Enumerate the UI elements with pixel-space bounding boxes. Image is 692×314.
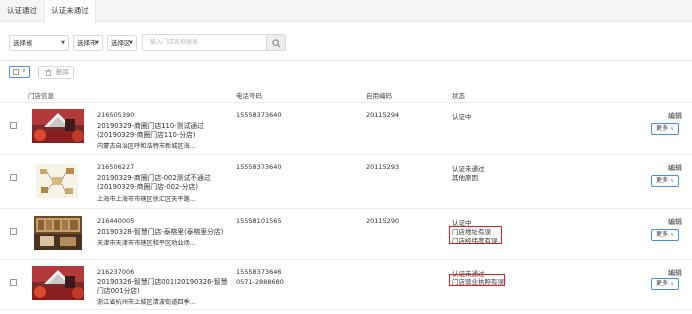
chevron-down-icon: ∨ [670,178,674,184]
store-code: 20115293 [366,163,400,171]
table-header: 门店信息 电话号码 自用编码 状态 [0,86,692,103]
store-address: 天津市天津市市辖区和平区劝业场... [97,240,196,247]
table-row: 216440005 20190328-智慧门店-泰榕里(泰榕里分店) 天津市天津… [0,209,692,260]
store-name: 20190329-商圈门店-002测试不通过(20190329-商圈门店-002… [97,174,211,191]
row-checkbox[interactable] [10,279,17,286]
checkbox-icon [13,69,19,75]
more-label: 更多 [656,125,669,132]
search-input[interactable]: 输入门店名称搜索 [142,34,267,51]
caret-down-icon: ▼ [129,40,133,46]
edit-link[interactable]: 编辑 [668,268,682,278]
store-phone-secondary: 0571-2888680 [236,278,284,286]
more-dropdown[interactable]: 更多 ∨ [651,278,679,290]
store-phone: 15558101565 [236,217,282,225]
store-name: 20190326-智慧门店001(20190326-智慧门店001分店) [97,278,228,295]
status-text: 认证中 [452,113,472,121]
store-phone: 15558373640 [236,111,282,119]
search-icon [272,39,281,48]
store-phone: 15558373646 [236,268,282,276]
city-select[interactable]: 选择市 ▼ [73,35,103,51]
store-thumbnail [32,266,84,300]
edit-link[interactable]: 编辑 [668,111,682,121]
store-id: 216237006 [97,268,135,276]
store-code: 20115294 [366,111,400,119]
chevron-down-icon: ∨ [670,281,674,287]
store-name: 20190329-商圈门店110-测试通过(20190329-商圈门店110-分… [97,122,204,139]
chevron-down-icon: ∨ [670,232,674,238]
store-code: 20115290 [366,217,400,225]
column-status: 状态 [452,92,465,100]
store-thumbnail [34,216,82,250]
column-code: 自用编码 [366,92,392,100]
column-store-info: 门店信息 [28,92,54,100]
store-id: 216440005 [97,217,135,225]
table-row: 216237006 20190326-智慧门店001(20190326-智慧门店… [0,260,692,310]
store-thumbnail [32,109,84,143]
tab-bar: 认证通过 认证未通过 [0,0,692,23]
trash-icon [45,69,52,76]
delete-button[interactable]: 删除 [38,66,74,79]
row-checkbox[interactable] [10,122,17,129]
chevron-down-icon: ∨ [22,68,26,74]
more-label: 更多 [656,280,669,287]
edit-link[interactable]: 编辑 [668,163,682,173]
caret-down-icon: ▼ [95,40,99,46]
row-checkbox[interactable] [10,174,17,181]
table-toolbar: ∨ 删除 [0,61,692,81]
city-select-value: 选择市 [77,39,97,47]
more-dropdown[interactable]: 更多 ∨ [651,229,679,241]
status-reason: 门店经纬度有误 [452,237,498,245]
store-phone: 15558373640 [236,163,282,171]
district-select-value: 选择区 [111,39,131,47]
filter-bar: 选择省 ▼ 选择市 ▼ 选择区 ▼ 输入门店名称搜索 [0,22,692,60]
status-reason: 门店营业执照有误 [452,278,504,286]
store-id: 216506227 [97,163,135,171]
tab-certified[interactable]: 认证通过 [0,0,44,22]
store-thumbnail [36,164,78,198]
store-id: 216505390 [97,111,135,119]
province-select-value: 选择省 [13,39,33,47]
store-address: 内蒙古自治区呼和浩特市新城区海... [97,143,196,150]
more-label: 更多 [656,231,669,238]
search-button[interactable] [267,34,286,51]
more-label: 更多 [656,177,669,184]
table-row: 216505390 20190329-商圈门店110-测试通过(20190329… [0,103,692,155]
select-all-dropdown[interactable]: ∨ [9,66,30,78]
delete-button-label: 删除 [56,68,69,76]
row-checkbox[interactable] [10,228,17,235]
province-select[interactable]: 选择省 ▼ [9,35,69,51]
district-select[interactable]: 选择区 ▼ [107,35,137,51]
caret-down-icon: ▼ [61,40,65,46]
store-name: 20190328-智慧门店-泰榕里(泰榕里分店) [97,228,224,236]
more-dropdown[interactable]: 更多 ∨ [651,175,679,187]
store-address: 浙江省杭州市上城区清波街道四季... [97,299,196,306]
store-address: 上海市上海市市辖区徐汇区天平路... [97,196,196,203]
status-reason: 其他原因 [452,174,478,182]
column-phone: 电话号码 [236,92,262,100]
edit-link[interactable]: 编辑 [668,217,682,227]
more-dropdown[interactable]: 更多 ∨ [651,123,679,135]
chevron-down-icon: ∨ [670,126,674,132]
tab-not-certified[interactable]: 认证未通过 [44,0,96,23]
table-row: 216506227 20190329-商圈门店-002测试不通过(2019032… [0,155,692,209]
